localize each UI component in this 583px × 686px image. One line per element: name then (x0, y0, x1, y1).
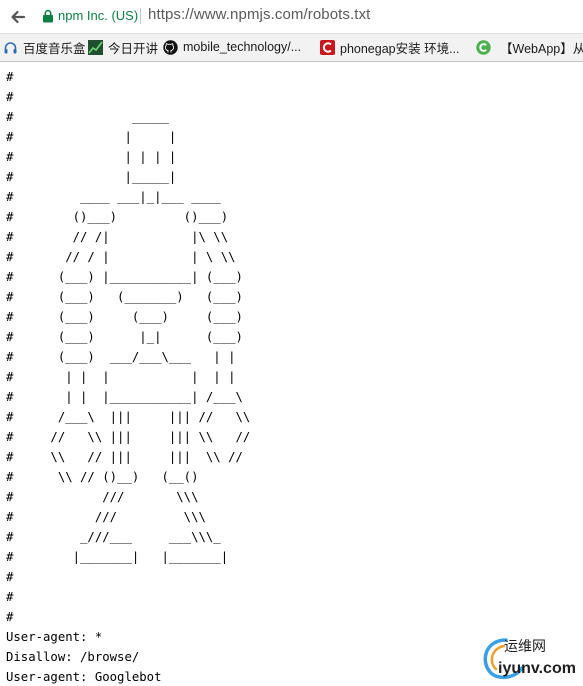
bookmark-label: 今日开讲 (108, 41, 159, 56)
back-button[interactable] (6, 5, 30, 29)
bookmark-green-c[interactable] (476, 38, 496, 56)
robots-line: # |_______| |_______| (6, 550, 229, 564)
robots-line: # ____ ___|_|___ ____ (6, 190, 221, 204)
chart-icon (88, 39, 103, 55)
robots-line: # (6, 70, 14, 84)
robots-line: # | | |___________| /___\ (6, 390, 243, 404)
watermark-chinese: 运维网 (504, 638, 546, 654)
bookmark-label: 【WebApp】从 (500, 41, 583, 56)
github-icon (163, 39, 178, 55)
robots-line: # _///___ ___\\\_ (6, 530, 221, 544)
robots-line: # (___) ___/___\___ | | (6, 350, 236, 364)
bookmarks-bar: 百度音乐盒 今日开讲 mobile_technology/... phonega… (0, 33, 583, 62)
bookmark-label: mobile_technology/... (183, 40, 302, 54)
robots-line: # (___) |___________| (___) (6, 270, 243, 284)
bookmark-label: 百度音乐盒 (23, 41, 86, 56)
robots-line: # |_____| (6, 170, 177, 184)
bookmark-webapp[interactable]: 【WebApp】从 (500, 38, 583, 56)
bookmark-mobile-technology[interactable]: mobile_technology/... (163, 38, 301, 56)
robots-txt-content: # # # _____ # | | # | | | | # |_____| # ____ _… (6, 67, 581, 686)
watermark-domain: iyunv.com (498, 660, 576, 677)
bookmark-baidu-music[interactable]: 百度音乐盒 (3, 38, 86, 56)
robots-line: # // /| |\ \\ (6, 230, 229, 244)
url-field[interactable]: https://www.npmjs.com/robots.txt (148, 6, 370, 23)
robots-line: # \\ // ()__) (__() (6, 470, 199, 484)
robots-line: # | | | | | | (6, 370, 236, 384)
address-divider (140, 8, 141, 24)
bookmark-phonegap[interactable]: phonegap安装 环境... (320, 38, 460, 56)
robots-line: # (6, 570, 14, 584)
back-arrow-icon (11, 10, 26, 24)
robots-line: # (6, 610, 14, 624)
robots-line: # (___) (_______) (___) (6, 290, 243, 304)
robots-line: # \\ // ||| ||| \\ // (6, 450, 243, 464)
headphones-icon (3, 40, 18, 55)
watermark: 运维网 iyunv.com (476, 634, 580, 684)
csdn-icon (320, 39, 335, 55)
robots-line: # (___) (___) (___) (6, 310, 243, 324)
robots-line: # | | (6, 130, 177, 144)
bookmark-today-talk[interactable]: 今日开讲 (88, 38, 158, 56)
robots-line: # /// \\\ (6, 510, 206, 524)
robots-line: # (6, 90, 14, 104)
robots-line: # // \\ ||| ||| \\ // (6, 430, 251, 444)
robots-line: # // / | | \ \\ (6, 250, 236, 264)
lock-icon[interactable] (41, 9, 55, 23)
robots-line: # /___\ ||| ||| // \\ (6, 410, 251, 424)
address-bar: npm Inc. (US) https://www.npmjs.com/robo… (0, 0, 583, 33)
robots-line: # /// \\\ (6, 490, 199, 504)
robots-line: # ()___) ()___) (6, 210, 229, 224)
robots-line: # (___) |_| (___) (6, 330, 243, 344)
bookmark-label: phonegap安装 环境... (340, 41, 460, 56)
site-identity[interactable]: npm Inc. (US) (58, 8, 138, 23)
robots-line: # _____ (6, 110, 169, 124)
green-c-icon (476, 39, 491, 55)
robots-line: # | | | | (6, 150, 177, 164)
robots-line: # (6, 590, 14, 604)
